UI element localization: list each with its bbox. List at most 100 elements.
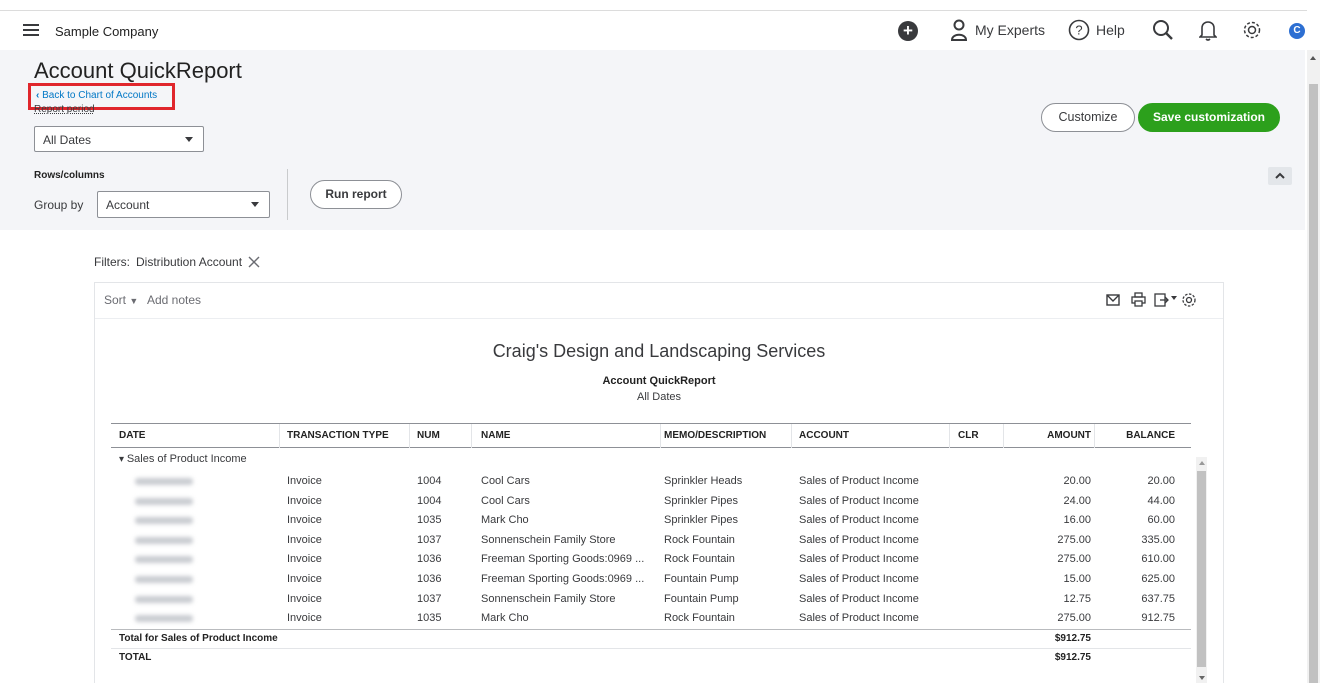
cell-balance: 625.00 (1141, 572, 1175, 585)
bell-icon[interactable] (1199, 19, 1217, 41)
cell-account: Sales of Product Income (799, 612, 919, 625)
column-divider (949, 424, 950, 448)
help-icon: ? (1068, 19, 1090, 41)
column-header[interactable]: MEMO/DESCRIPTION (664, 430, 792, 441)
redacted-date (135, 556, 193, 564)
table-row[interactable]: Invoice 1037 Sonnenschein Family Store Foun… (111, 590, 1191, 610)
cell-name: Sonnenschein Family Store (481, 533, 616, 546)
chevron-up-icon (1275, 172, 1285, 179)
search-icon[interactable] (1152, 19, 1174, 41)
collapse-settings-button[interactable] (1268, 167, 1292, 185)
report-dates: All Dates (636, 391, 682, 403)
cell-amount: 24.00 (1063, 494, 1091, 507)
add-notes-button[interactable]: Add notes (147, 293, 201, 307)
cell-name: Mark Cho (481, 514, 529, 527)
run-report-button[interactable]: Run report (310, 180, 402, 209)
page-scrollbar[interactable] (1307, 50, 1320, 683)
group-row[interactable]: ▾ Sales of Product Income (111, 448, 1191, 472)
total-amount: $912.75 (1054, 632, 1091, 644)
cell-num: 1035 (417, 612, 442, 625)
cell-memo: Sprinkler Pipes (664, 494, 738, 507)
cell-num: 1004 (417, 494, 442, 507)
cell-amount: 275.00 (1057, 533, 1091, 546)
column-header[interactable]: NAME (481, 430, 659, 441)
cell-name: Freeman Sporting Goods:0969 ... (481, 553, 645, 566)
filter-chip-label: Distribution Account (136, 255, 243, 269)
column-divider (791, 424, 792, 448)
help-label: Help (1096, 22, 1125, 38)
column-divider (471, 424, 472, 448)
column-divider (279, 424, 280, 448)
cell-amount: 12.75 (1063, 592, 1091, 605)
report-period-select[interactable]: All Dates (34, 126, 204, 152)
total-label: Total for Sales of Product Income (119, 632, 278, 644)
cell-amount: 275.00 (1057, 553, 1091, 566)
group-by-value: Account (106, 198, 150, 212)
my-experts-button[interactable]: My Experts (950, 19, 1045, 41)
column-header[interactable]: NUM (417, 430, 467, 441)
column-header[interactable]: DATE (119, 430, 279, 441)
cell-account: Sales of Product Income (799, 572, 919, 585)
report-table: DATE TRANSACTION TYPE NUM NAME MEMO/DESCRIPT… (111, 423, 1191, 668)
column-header[interactable]: TRANSACTION TYPE (287, 430, 407, 441)
save-customization-button[interactable]: Save customization (1138, 103, 1280, 132)
help-button[interactable]: ? Help (1068, 19, 1125, 41)
page-title: Account QuickReport (34, 58, 242, 83)
export-icon[interactable] (1154, 292, 1178, 307)
mail-icon[interactable] (1106, 294, 1120, 306)
back-link-label: Back to Chart of Accounts (42, 90, 158, 101)
scrollbar-thumb[interactable] (1309, 84, 1318, 683)
column-header[interactable]: ACCOUNT (799, 430, 949, 441)
column-header[interactable]: BALANCE (1096, 430, 1175, 441)
redacted-date (135, 517, 193, 525)
cell-name: Sonnenschein Family Store (481, 592, 616, 605)
table-row[interactable]: Invoice 1035 Mark Cho Rock Fountain Sales of… (111, 609, 1191, 629)
group-by-label: Group by (34, 198, 84, 212)
cell-amount: 15.00 (1063, 572, 1091, 585)
cell-num: 1036 (417, 572, 442, 585)
cell-balance: 637.75 (1141, 592, 1175, 605)
report-toolbar: Sort ▼ Add notes (95, 283, 1223, 319)
grand-total-amount: $912.75 (1054, 652, 1091, 664)
scroll-down-icon[interactable] (1199, 676, 1205, 680)
table-row[interactable]: Invoice 1004 Cool Cars Sprinkler Pipes Sales… (111, 492, 1191, 512)
table-row[interactable]: Invoice 1037 Sonnenschein Family Store Rock… (111, 531, 1191, 551)
close-icon[interactable] (248, 256, 260, 268)
table-row[interactable]: Invoice 1035 Mark Cho Sprinkler Pipes Sales … (111, 511, 1191, 531)
menu-icon[interactable] (23, 24, 39, 37)
table-scrollbar[interactable] (1196, 457, 1207, 683)
column-header[interactable]: AMOUNT (1011, 430, 1091, 441)
cell-amount: 275.00 (1057, 612, 1091, 625)
table-row[interactable]: Invoice 1036 Freeman Sporting Goods:0969 .… (111, 550, 1191, 570)
column-header[interactable]: CLR (958, 430, 998, 441)
print-icon[interactable] (1131, 292, 1146, 307)
customize-button[interactable]: Customize (1041, 103, 1135, 132)
cell-balance: 912.75 (1141, 612, 1175, 625)
scroll-up-icon[interactable] (1199, 461, 1205, 465)
column-divider (660, 424, 661, 448)
avatar[interactable]: C (1289, 23, 1305, 39)
my-experts-label: My Experts (975, 22, 1046, 38)
settings-icon[interactable] (1181, 292, 1197, 308)
group-label: ▾ Sales of Product Income (119, 453, 247, 465)
scroll-up-icon[interactable] (1310, 56, 1316, 60)
table-row[interactable]: Invoice 1004 Cool Cars Sprinkler Heads Sales… (111, 472, 1191, 492)
group-by-select[interactable]: Account (97, 191, 270, 218)
gear-icon[interactable] (1241, 19, 1263, 41)
caret-down-icon: ▼ (129, 296, 139, 306)
cell-account: Sales of Product Income (799, 514, 919, 527)
cell-account: Sales of Product Income (799, 592, 919, 605)
plus-icon[interactable]: + (898, 21, 918, 41)
cell-num: 1037 (417, 533, 442, 546)
scrollbar-thumb[interactable] (1197, 471, 1206, 667)
cell-balance: 20.00 (1147, 475, 1175, 487)
cell-memo: Sprinkler Heads (664, 475, 743, 487)
cell-memo: Fountain Pump (664, 572, 739, 585)
cell-num: 1036 (417, 553, 442, 566)
grand-total-row: TOTAL $912.75 (111, 648, 1191, 668)
table-row[interactable]: Invoice 1036 Freeman Sporting Goods:0969 .… (111, 570, 1191, 590)
sort-button[interactable]: Sort ▼ (104, 293, 138, 307)
cell-account: Sales of Product Income (799, 475, 919, 487)
cell-type: Invoice (287, 592, 322, 605)
caret-down-icon[interactable]: ▾ (119, 454, 127, 465)
